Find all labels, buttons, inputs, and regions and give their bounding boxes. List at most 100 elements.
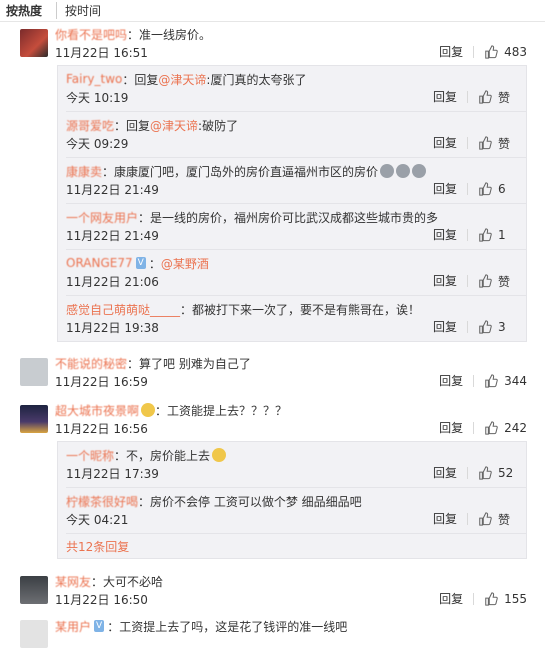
reply-time: 11月22日 17:39 [66, 466, 159, 481]
thumbs-up-icon[interactable] [478, 228, 492, 242]
reply-text: :厦门真的太夸张了 [206, 72, 307, 87]
reply-author[interactable]: 康康卖 [66, 163, 102, 180]
reply-list: Fairy_two ：回复 @津天谛 :厦门真的太夸张了 今天 10:19 回复… [57, 65, 527, 342]
comment-author[interactable]: 某网友 [55, 573, 91, 590]
like-count: 52 [498, 466, 514, 480]
reply-button[interactable]: 回复 [439, 593, 475, 605]
reply-button[interactable]: 回复 [433, 513, 468, 525]
reply-author[interactable]: 感觉自己萌萌哒_____ [66, 301, 180, 318]
thumbs-up-icon[interactable] [478, 320, 492, 334]
avatar[interactable] [20, 29, 48, 57]
reply-time: 11月22日 21:49 [66, 182, 159, 197]
emoji-icon [396, 164, 411, 178]
avatar[interactable] [20, 576, 48, 604]
reply-item: 一个昵称 ：不，房价能上去 11月22日 17:39 回复 52 [66, 442, 526, 488]
like-count: 赞 [498, 90, 511, 105]
emoji-icon [380, 164, 395, 178]
mention-link[interactable]: @津天谛 [150, 117, 198, 134]
reply-item: 一个网友用户 ：是一线的房价，福州房价可比武汉成都这些城市贵的多 11月22日 … [66, 204, 526, 250]
comment-author[interactable]: 某用户 [55, 618, 91, 635]
like-count: 赞 [498, 274, 511, 289]
reply-button[interactable]: 回复 [439, 422, 475, 434]
reply-item: ORANGE77 V ： @某野酒 11月22日 21:06 回复 赞 [66, 250, 526, 296]
reply-item: 柠檬茶很好喝 ：房价不会停 工资可以做个梦 细品细品吧 今天 04:21 回复 … [66, 488, 526, 534]
avatar[interactable] [20, 405, 48, 433]
reply-prefix: ：回复 [122, 72, 159, 87]
vip-badge: V [94, 620, 105, 632]
comment-time: 11月22日 16:50 [55, 592, 148, 607]
reply-button[interactable]: 回复 [439, 375, 475, 387]
reply-button[interactable]: 回复 [433, 321, 468, 333]
comment-text: ：准一线房价。 [127, 27, 212, 42]
reply-author[interactable]: Fairy_two [66, 72, 122, 86]
like-count: 242 [504, 421, 527, 435]
reply-item: Fairy_two ：回复 @津天谛 :厦门真的太夸张了 今天 10:19 回复… [66, 66, 526, 112]
reply-author[interactable]: 一个昵称 [66, 447, 114, 464]
reply-text: :破防了 [198, 118, 239, 133]
thumbs-up-icon[interactable] [478, 274, 492, 288]
comment-text: ：工资能提上去？？？？ [155, 403, 288, 418]
comment-author[interactable]: 你看不是吧吗 [55, 26, 127, 43]
vip-badge: V [135, 257, 146, 269]
reply-button[interactable]: 回复 [433, 467, 468, 479]
comment-text: ：算了吧 别难为自己了 [127, 356, 251, 371]
reply-button[interactable]: 回复 [433, 183, 468, 195]
view-more-replies-link[interactable]: 共12条回复 [66, 534, 526, 558]
like-count: 6 [498, 182, 506, 196]
sort-tabs: 按热度 按时间 [0, 0, 545, 22]
like-count: 1 [498, 228, 506, 242]
thumbs-up-icon[interactable] [484, 421, 498, 435]
thumbs-up-icon[interactable] [478, 136, 492, 150]
mention-link[interactable]: @某野酒 [161, 255, 209, 272]
reply-item: 源哥爱吃 ：回复 @津天谛 :破防了 今天 09:29 回复 赞 [66, 112, 526, 158]
emoji-icon [412, 164, 427, 178]
reply-time: 今天 04:21 [66, 512, 129, 527]
like-count: 155 [504, 592, 527, 606]
thumbs-up-icon[interactable] [484, 592, 498, 606]
reply-text: ：都被打下来一次了，要不是有熊哥在，诶！ [180, 302, 421, 317]
comment-time: 11月22日 16:56 [55, 421, 148, 436]
avatar[interactable] [20, 358, 48, 386]
thumbs-up-icon[interactable] [478, 182, 492, 196]
comment-item: 超大城市夜景啊 ：工资能提上去？？？？ 11月22日 16:56 回复 242 … [0, 401, 545, 559]
comment-author[interactable]: 超大城市夜景啊 [55, 402, 139, 419]
comment-item: 某网友 ：大可不必哈 11月22日 16:50 回复 155 [0, 572, 545, 608]
thumbs-up-icon[interactable] [484, 45, 498, 59]
avatar[interactable] [20, 620, 48, 648]
comment-text: ：大可不必哈 [91, 574, 164, 589]
thumbs-up-icon[interactable] [478, 90, 492, 104]
reply-text: ：康康厦门吧，厦门岛外的房价直逼福州市区的房价 [102, 164, 379, 179]
reply-item: 康康卖 ：康康厦门吧，厦门岛外的房价直逼福州市区的房价 11月22日 21:49… [66, 158, 526, 204]
thumbs-up-icon[interactable] [478, 512, 492, 526]
comment-item: 你看不是吧吗 ：准一线房价。 11月22日 16:51 回复 483 Fairy… [0, 25, 545, 342]
like-count: 344 [504, 374, 527, 388]
comment-author[interactable]: 不能说的秘密 [55, 355, 127, 372]
comment-text: ：工资提上去了吗，这是花了钱评的准一线吧 [107, 619, 348, 634]
reply-button[interactable]: 回复 [433, 91, 468, 103]
reply-text: ：不，房价能上去 [114, 448, 211, 463]
comment-item: 某用户 V ：工资提上去了吗，这是花了钱评的准一线吧 [0, 617, 545, 648]
mention-link[interactable]: @津天谛 [158, 71, 206, 88]
tab-by-hot[interactable]: 按热度 [6, 2, 50, 19]
like-count: 赞 [498, 136, 511, 151]
reply-time: 11月22日 21:06 [66, 274, 159, 289]
comment-time: 11月22日 16:51 [55, 45, 148, 60]
reply-button[interactable]: 回复 [433, 229, 468, 241]
reply-button[interactable]: 回复 [433, 275, 468, 287]
like-count: 赞 [498, 512, 511, 527]
reply-button[interactable]: 回复 [433, 137, 468, 149]
reply-author[interactable]: 一个网友用户 [66, 209, 138, 226]
reply-author[interactable]: 源哥爱吃 [66, 117, 114, 134]
reply-prefix: ：回复 [114, 118, 151, 133]
thumbs-up-icon[interactable] [484, 374, 498, 388]
tab-by-time[interactable]: 按时间 [56, 2, 109, 19]
reply-prefix: ： [148, 256, 161, 271]
reply-button[interactable]: 回复 [439, 46, 475, 58]
reply-item: 感觉自己萌萌哒_____ ：都被打下来一次了，要不是有熊哥在，诶！ 11月22日… [66, 296, 526, 341]
reply-time: 11月22日 19:38 [66, 320, 159, 335]
like-count: 483 [504, 45, 527, 59]
reply-author[interactable]: 柠檬茶很好喝 [66, 493, 138, 510]
emoji-icon [141, 403, 156, 417]
thumbs-up-icon[interactable] [478, 466, 492, 480]
reply-author[interactable]: ORANGE77 [66, 256, 133, 270]
